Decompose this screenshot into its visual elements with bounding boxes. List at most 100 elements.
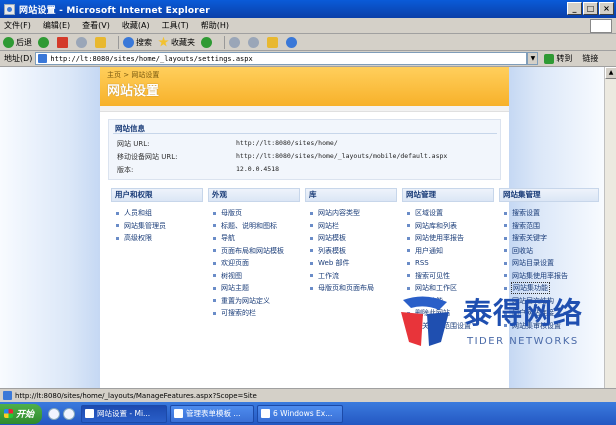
settings-link[interactable]: 网站使用率报告 (407, 232, 494, 245)
close-button[interactable]: × (599, 2, 614, 15)
address-label: 地址(D) (4, 54, 33, 63)
settings-link[interactable]: 区域设置 (407, 207, 494, 220)
menu-tools[interactable]: 工具(T) (162, 20, 189, 31)
site-url-label: 网站 URL: (117, 140, 150, 148)
settings-link[interactable]: 搜索范围 (504, 220, 599, 233)
settings-link[interactable]: 页面布局和网站模板 (213, 245, 300, 258)
settings-link[interactable]: 可搜索的栏 (213, 307, 300, 320)
favorites-star-icon (158, 36, 169, 47)
page-icon (38, 54, 48, 63)
menu-file[interactable]: 文件(F) (4, 20, 31, 31)
settings-link[interactable]: Web 部件 (310, 257, 397, 270)
settings-link[interactable]: 搜索关键字 (504, 232, 599, 245)
mobile-url-value: http://lt:8080/sites/home/_layouts/mobil… (236, 152, 448, 160)
settings-link[interactable]: 人员和组 (116, 207, 203, 220)
settings-link[interactable]: 高级权限 (116, 232, 203, 245)
settings-link[interactable]: 用户通知 (407, 245, 494, 258)
history-button[interactable] (201, 36, 214, 48)
menu-help[interactable]: 帮助(H) (201, 20, 229, 31)
column-heading: 网站集管理 (499, 188, 599, 202)
settings-link[interactable]: 网站模板 (310, 232, 397, 245)
settings-link[interactable]: 母版页 (213, 207, 300, 220)
site-info-box: 网站信息 网站 URL: http://lt:8080/sites/home/ … (108, 119, 501, 180)
status-bar: http://lt:8080/sites/home/_layouts/Manag… (0, 388, 616, 402)
settings-link[interactable]: 网站主题 (213, 282, 300, 295)
ie-quicklaunch-icon[interactable] (63, 407, 75, 420)
settings-link[interactable]: 搜索设置 (504, 207, 599, 220)
settings-link[interactable]: 网站栏 (310, 220, 397, 233)
go-arrow-icon (544, 53, 555, 64)
settings-link[interactable]: 网站集管理员 (116, 220, 203, 233)
windows-logo-icon (4, 409, 13, 418)
column-heading: 外观 (208, 188, 300, 202)
column-heading: 库 (305, 188, 397, 202)
menu-view[interactable]: 查看(V) (82, 20, 110, 31)
taskbar: 开始 网站设置 - Mi... 管理表单模板 ... 6 Windows Ex.… (0, 402, 616, 425)
watermark: 泰得网络 TIDER NETWORKS (395, 286, 605, 376)
show-desktop-icon[interactable] (48, 407, 60, 420)
breadcrumb[interactable]: 主页 > 网站设置 (107, 70, 159, 80)
version-label: 版本: (117, 166, 134, 174)
toolbar-separator (118, 35, 119, 49)
column-heading: 用户和权限 (111, 188, 203, 202)
settings-link[interactable]: 网站目录设置 (504, 257, 599, 270)
settings-link[interactable]: 网站内容类型 (310, 207, 397, 220)
settings-link[interactable]: 工作流 (310, 270, 397, 283)
start-button[interactable]: 开始 (0, 403, 42, 424)
folder-icon (267, 36, 278, 48)
settings-link[interactable]: 母版页和页面布局 (310, 282, 397, 295)
back-button[interactable]: 后退 (3, 36, 32, 48)
settings-link[interactable]: 搜索可见性 (407, 270, 494, 283)
settings-link[interactable]: 网站库和列表 (407, 220, 494, 233)
stop-button[interactable] (57, 36, 70, 48)
scroll-up-icon[interactable]: ▲ (605, 67, 616, 79)
mail-icon (229, 36, 240, 48)
taskbar-item[interactable]: 管理表单模板 ... (170, 404, 254, 423)
watermark-subtext: TIDER NETWORKS (467, 336, 579, 347)
page-header: 主页 > 网站设置 网站设置 (100, 67, 509, 106)
home-button[interactable] (95, 36, 108, 48)
column-heading: 网站管理 (402, 188, 494, 202)
search-icon (123, 36, 134, 48)
settings-link[interactable]: 标题、说明和图标 (213, 220, 300, 233)
minimize-button[interactable]: _ (567, 2, 582, 15)
favorites-button[interactable]: 收藏夹 (158, 36, 195, 48)
settings-link[interactable]: 回收站 (504, 245, 599, 258)
print-icon (248, 36, 259, 48)
left-background (0, 67, 100, 388)
forward-button[interactable] (38, 36, 51, 48)
edit-button[interactable] (267, 36, 280, 48)
mail-button[interactable] (229, 36, 242, 48)
home-icon (95, 36, 106, 48)
quick-launch (48, 407, 75, 420)
go-button[interactable]: 转到 (544, 53, 572, 64)
settings-link[interactable]: 网站集使用率报告 (504, 270, 599, 283)
window-title-bar[interactable]: 网站设置 - Microsoft Internet Explorer _ □ × (0, 0, 616, 18)
vertical-scrollbar[interactable]: ▲ (604, 67, 616, 388)
settings-link[interactable]: 重置为网站定义 (213, 295, 300, 308)
refresh-button[interactable] (76, 36, 89, 48)
tider-logo-icon (401, 296, 449, 346)
settings-link[interactable]: RSS (407, 257, 494, 270)
taskbar-item[interactable]: 网站设置 - Mi... (81, 404, 167, 423)
back-arrow-icon (3, 36, 14, 48)
address-input[interactable]: http://lt:8080/sites/home/_layouts/setti… (35, 52, 528, 65)
header-divider (100, 106, 509, 112)
search-button[interactable]: 搜索 (123, 36, 152, 48)
discuss-button[interactable] (286, 36, 299, 48)
settings-link[interactable]: 列表模板 (310, 245, 397, 258)
refresh-icon (76, 36, 87, 48)
address-dropdown-icon[interactable]: ▼ (527, 52, 539, 65)
page-title: 网站设置 (107, 84, 160, 99)
settings-link[interactable]: 欢迎页面 (213, 257, 300, 270)
links-button[interactable]: 链接 (582, 53, 598, 64)
menu-edit[interactable]: 编辑(E) (43, 20, 70, 31)
taskbar-item[interactable]: 6 Windows Ex... (257, 404, 343, 423)
discuss-icon (286, 36, 297, 48)
settings-link[interactable]: 树视图 (213, 270, 300, 283)
maximize-button[interactable]: □ (583, 2, 598, 15)
mobile-url-label: 移动设备网站 URL: (117, 153, 178, 161)
print-button[interactable] (248, 36, 261, 48)
settings-link[interactable]: 导航 (213, 232, 300, 245)
menu-favorites[interactable]: 收藏(A) (122, 20, 150, 31)
